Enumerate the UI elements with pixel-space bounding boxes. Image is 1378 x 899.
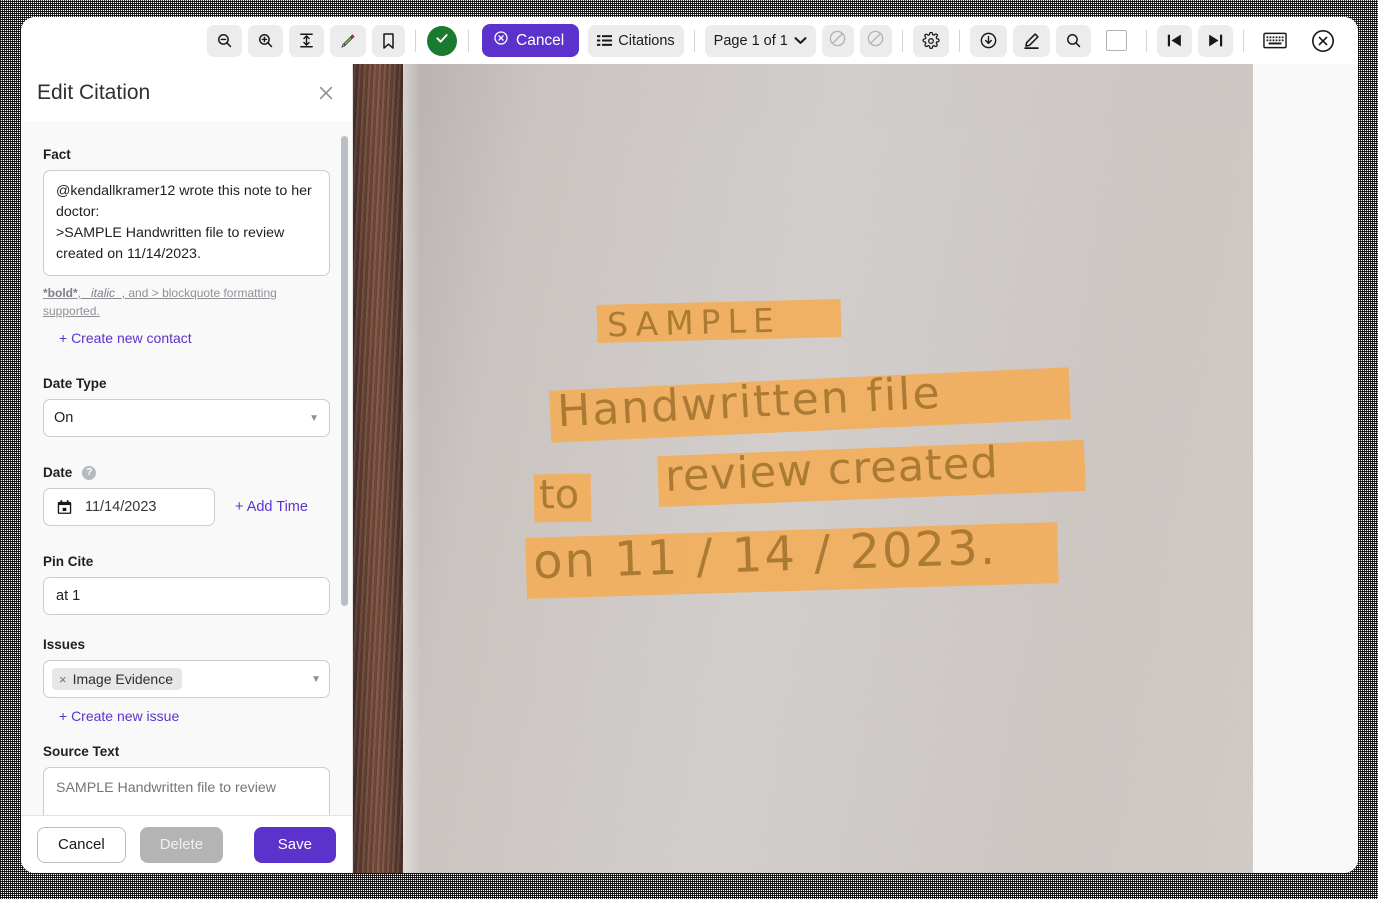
page-selector-label: Page 1 of 1	[714, 33, 788, 49]
document-page-image[interactable]: SAMPLE Handwritten file to review create…	[353, 64, 1253, 873]
issue-chip[interactable]: × Image Evidence	[52, 668, 182, 690]
fact-label: Fact	[43, 147, 330, 162]
date-type-label: Date Type	[43, 376, 330, 391]
skip-forward-icon	[1207, 33, 1224, 48]
source-text-label: Source Text	[43, 744, 330, 759]
panel-title: Edit Citation	[37, 81, 316, 105]
toolbar-divider-5	[959, 30, 960, 52]
download-icon	[979, 31, 998, 50]
hint-italic: _italic_	[84, 286, 121, 300]
keyboard-icon	[1263, 32, 1287, 49]
toolbar-divider-7	[1243, 30, 1244, 52]
wooden-desk-edge	[353, 64, 403, 873]
keyboard-shortcuts-button[interactable]	[1254, 25, 1296, 57]
zoom-out-icon	[216, 32, 233, 49]
save-button[interactable]: Save	[254, 827, 336, 863]
approve-button[interactable]	[427, 26, 457, 56]
panel-action-bar: Cancel Delete Save	[21, 815, 352, 873]
cancel-annotation-label: Cancel	[516, 32, 564, 50]
toolbar-divider-2	[468, 30, 469, 52]
chevron-down-icon: ▼	[311, 674, 321, 685]
last-page-button[interactable]	[1198, 25, 1233, 57]
citations-button[interactable]: Citations	[588, 25, 683, 57]
citations-label: Citations	[618, 33, 674, 49]
pin-cite-input[interactable]	[43, 577, 330, 615]
toolbar-divider	[415, 30, 416, 52]
date-label-text: Date	[43, 465, 72, 480]
issues-label: Issues	[43, 637, 330, 652]
no-entry-icon	[828, 29, 847, 53]
panel-scroll-area[interactable]: Fact *bold*, _italic_, and > blockquote …	[21, 121, 352, 873]
issues-select[interactable]: × Image Evidence ▼	[43, 660, 330, 698]
help-icon[interactable]: ?	[82, 466, 96, 480]
check-icon	[434, 30, 450, 51]
create-new-issue-link[interactable]: + Create new issue	[59, 708, 179, 724]
date-input[interactable]: 11/14/2023	[43, 488, 215, 526]
delete-button: Delete	[140, 827, 223, 863]
first-page-button[interactable]	[1157, 25, 1192, 57]
top-toolbar: Cancel Citations Page 1 of 1	[21, 17, 1358, 64]
toolbar-divider-6	[1146, 30, 1147, 52]
sidebar-scrollbar-thumb[interactable]	[341, 136, 348, 606]
highlighter-button[interactable]	[330, 25, 366, 57]
toolbar-divider-4	[902, 30, 903, 52]
date-type-select[interactable]: On ▼	[43, 399, 330, 437]
list-icon	[597, 34, 612, 47]
highlighter-icon	[339, 32, 357, 50]
date-value: 11/14/2023	[85, 499, 157, 515]
bookmark-button[interactable]	[372, 25, 405, 57]
cancel-button[interactable]: Cancel	[37, 827, 126, 863]
zoom-out-button[interactable]	[207, 25, 242, 57]
fit-height-icon	[298, 32, 315, 49]
hint-bold: *bold*	[43, 286, 78, 300]
fact-input[interactable]	[43, 170, 330, 276]
pin-cite-label: Pin Cite	[43, 554, 330, 569]
calendar-icon	[56, 499, 73, 516]
fact-formatting-hint: *bold*, _italic_, and > blockquote forma…	[43, 284, 330, 320]
no-entry-icon-2	[866, 29, 885, 53]
next-annotation-button-disabled	[860, 25, 892, 57]
paper-edge-highlight	[403, 64, 421, 873]
edit-citation-panel: Edit Citation Fact *bold*, _italic_, and…	[21, 64, 353, 873]
bookmark-icon	[381, 32, 396, 50]
search-button[interactable]	[1056, 25, 1091, 57]
page-selector[interactable]: Page 1 of 1	[705, 25, 816, 57]
search-icon	[1065, 32, 1082, 49]
document-viewer[interactable]: SAMPLE Handwritten file to review create…	[353, 64, 1358, 873]
select-region-button[interactable]	[1097, 25, 1136, 57]
skip-back-icon	[1166, 33, 1183, 48]
date-type-value: On	[54, 410, 73, 426]
zoom-in-icon	[257, 32, 274, 49]
pen-underline-icon	[1022, 31, 1041, 50]
chevron-down-icon	[794, 36, 807, 45]
annotate-button[interactable]	[1013, 25, 1050, 57]
settings-button[interactable]	[913, 25, 949, 57]
square-outline-icon	[1106, 30, 1127, 51]
previous-annotation-button-disabled	[822, 25, 854, 57]
app-window: Cancel Citations Page 1 of 1	[21, 17, 1358, 873]
download-button[interactable]	[970, 25, 1007, 57]
highlight-bar-1[interactable]	[597, 299, 842, 343]
chip-remove-icon[interactable]: ×	[59, 672, 67, 687]
circle-x-icon	[493, 30, 509, 51]
date-label: Date ?	[43, 465, 330, 480]
highlight-bar-3[interactable]	[534, 474, 592, 523]
create-new-contact-link[interactable]: + Create new contact	[59, 330, 192, 346]
fit-height-button[interactable]	[289, 25, 324, 57]
add-time-link[interactable]: + Add Time	[235, 499, 308, 515]
panel-header: Edit Citation	[21, 64, 352, 121]
gear-icon	[922, 32, 940, 50]
close-viewer-button[interactable]	[1310, 28, 1336, 54]
close-icon[interactable]	[316, 83, 336, 103]
chip-label: Image Evidence	[73, 671, 173, 687]
chevron-down-icon: ▼	[309, 413, 319, 424]
toolbar-divider-3	[694, 30, 695, 52]
window-body: Edit Citation Fact *bold*, _italic_, and…	[21, 64, 1358, 873]
cancel-annotation-button[interactable]: Cancel	[482, 24, 579, 57]
zoom-in-button[interactable]	[248, 25, 283, 57]
